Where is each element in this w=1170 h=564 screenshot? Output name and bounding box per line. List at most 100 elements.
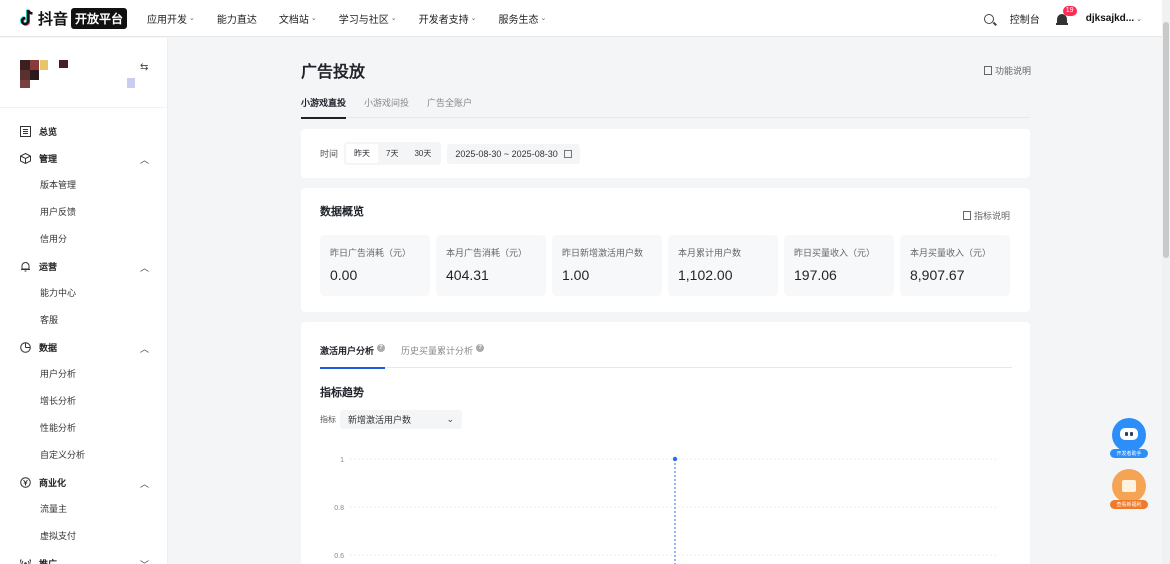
metric-description-link[interactable]: 指标说明 [962,209,1010,222]
nav-label: 服务生态 [498,14,539,26]
range-7-days-button[interactable]: 7天 [378,144,406,163]
sidebar-group-monetization[interactable]: 商业化 ︿ [0,469,167,496]
chevron-down-icon: ⌄ [189,15,195,22]
metric-card: 本月累计用户数 1,102.00 [668,235,778,296]
tab-label: 历史买量累计分析 [401,346,474,356]
tab-activation-analysis[interactable]: 激活用户分析? [320,344,386,369]
nav-dev-support[interactable]: 开发者支持 ⌄ [419,11,477,26]
nav-app-dev[interactable]: 应用开发 ⌄ [147,11,195,26]
page-scrollbar[interactable] [1162,0,1170,564]
assistant-label: 开发者助手 [1110,449,1148,458]
platform-logo[interactable]: 抖音 开放平台 [20,7,128,29]
analysis-tabs: 激活用户分析? 历史买量累计分析? [320,344,1012,369]
help-icon[interactable]: ? [377,344,386,352]
sidebar-item-overview[interactable]: 总览 [0,118,167,145]
notification-count-badge: 19 [1062,5,1077,16]
sidebar-item-performance-analysis[interactable]: 性能分析 [0,415,167,442]
sidebar-item-growth-analysis[interactable]: 增长分析 [0,388,167,415]
sidebar-item-traffic-master[interactable]: 流量主 [0,496,167,523]
sidebar-item-user-analysis[interactable]: 用户分析 [0,361,167,388]
metric-value: 1,102.00 [678,267,733,283]
sidebar-item-customer-service[interactable]: 客服 [0,307,167,334]
metric-label: 昨日新增激活用户数 [562,248,644,258]
app-avatar-card[interactable]: ⇆ [0,38,167,108]
range-30-days-button[interactable]: 30天 [406,144,439,163]
top-navigation-bar: 抖音 开放平台 应用开发 ⌄ 能力直达 文档站 ⌄ 学习与社区 ⌄ 开发者支持 ⌄ 服务… [0,0,1170,37]
data-point[interactable] [672,456,678,462]
scrollbar-thumb[interactable] [1163,22,1169,258]
search-icon[interactable] [983,13,994,24]
sidebar-item-custom-analysis[interactable]: 自定义分析 [0,442,167,469]
metric-value: 404.31 [446,267,489,283]
douyin-logo-icon [20,9,33,26]
metric-card: 本月买量收入（元） 8,907.67 [900,235,1010,296]
nav-capability[interactable]: 能力直达 [217,11,257,26]
sidebar-group-label: 运营 [39,262,58,272]
chevron-down-icon[interactable]: ﹀ [140,558,149,564]
brand-badge: 开放平台 [71,7,128,29]
nav-learn-community[interactable]: 学习与社区 ⌄ [339,11,397,26]
sidebar-group-operations[interactable]: 运营 ︿ [0,253,167,280]
box-icon [20,153,31,164]
new-benefits-button[interactable]: 查看新福利 [1110,469,1148,509]
chevron-up-icon[interactable]: ︿ [140,153,149,166]
sidebar-item-virtual-payment[interactable]: 虚拟支付 [0,523,167,550]
overview-icon [20,126,31,137]
nav-label: 开发者支持 [418,14,469,26]
bell-base [1055,22,1068,25]
overview-title: 数据概览 [320,206,364,218]
data-overview-card: 数据概览 指标说明 昨日广告消耗（元） 0.00 本月广告消耗（元） 404.31 … [301,188,1030,312]
indicator-selected-value: 新增激活用户数 [348,415,412,425]
range-yesterday-button[interactable]: 昨天 [346,144,379,163]
nav-label: 能力直达 [216,14,257,26]
switch-app-icon[interactable]: ⇆ [140,62,148,73]
chevron-up-icon[interactable]: ︿ [140,342,149,355]
developer-assistant-button[interactable]: 开发者助手 [1110,418,1148,458]
help-icon[interactable]: ? [476,344,485,352]
tab-label: 激活用户分析 [320,346,375,356]
function-description-link[interactable]: 功能说明 [984,64,1031,77]
sidebar-group-label: 总览 [39,127,58,137]
chevron-up-icon[interactable]: ︿ [140,261,149,274]
trend-title: 指标趋势 [320,387,364,399]
tab-ad-full-account[interactable]: 广告全账户 [427,95,472,118]
sidebar-item-capability-center[interactable]: 能力中心 [0,280,167,307]
function-description-label: 功能说明 [995,66,1032,76]
tab-mini-game-indirect[interactable]: 小游戏间投 [364,95,409,118]
tab-history-cumulative-analysis[interactable]: 历史买量累计分析? [401,344,485,368]
chevron-up-icon[interactable]: ︿ [140,477,149,490]
date-range-picker[interactable]: 2025-08-30 ~ 2025-08-30 [447,143,580,164]
broadcast-icon [20,559,31,564]
sidebar-item-version-manage[interactable]: 版本管理 [0,172,167,199]
sidebar-group-label: 推广 [39,559,58,564]
metric-card: 昨日广告消耗（元） 0.00 [320,235,430,296]
metric-label: 本月广告消耗（元） [446,248,528,258]
console-link[interactable]: 控制台 [1010,11,1040,26]
notification-bell-icon[interactable]: 19 [1055,5,1077,26]
y-tick-label: 1 [340,457,344,464]
main-nav: 应用开发 ⌄ 能力直达 文档站 ⌄ 学习与社区 ⌄ 开发者支持 ⌄ 服务生态 ⌄ [147,11,568,26]
sidebar-group-manage[interactable]: 管理 ︿ [0,145,167,172]
metric-card: 昨日新增激活用户数 1.00 [552,235,662,296]
nav-docs[interactable]: 文档站 ⌄ [279,11,317,26]
nav-service-eco[interactable]: 服务生态 ⌄ [499,11,547,26]
robot-face [1120,428,1138,440]
metric-label: 昨日买量收入（元） [794,248,876,258]
yuan-icon [20,477,31,488]
sidebar-group-promotion[interactable]: 推广 ﹀ [0,550,167,564]
metrics-row: 昨日广告消耗（元） 0.00 本月广告消耗（元） 404.31 昨日新增激活用户数 1… [320,235,1016,296]
metric-label: 本月买量收入（元） [910,248,992,258]
y-tick-label: 0.6 [334,553,344,560]
sidebar-group-data[interactable]: 数据 ︿ [0,334,167,361]
benefits-label: 查看新福利 [1110,500,1148,509]
tab-mini-game-direct[interactable]: 小游戏直投 [301,95,347,119]
robot-icon [1112,418,1146,452]
trend-line-chart: 1 0.8 0.6 [334,456,996,564]
user-menu[interactable]: djksajkd... ⌄ [1086,13,1142,24]
chevron-down-icon: ⌄ [310,15,317,22]
analysis-card: 激活用户分析? 历史买量累计分析? 指标趋势 指标 新增激活用户数 ⌄ 1 0.8… [301,322,1030,564]
indicator-label: 指标 [320,415,336,424]
indicator-select[interactable]: 新增激活用户数 ⌄ [340,410,462,429]
sidebar-item-user-feedback[interactable]: 用户反馈 [0,199,167,226]
sidebar-item-credit-score[interactable]: 信用分 [0,226,167,253]
